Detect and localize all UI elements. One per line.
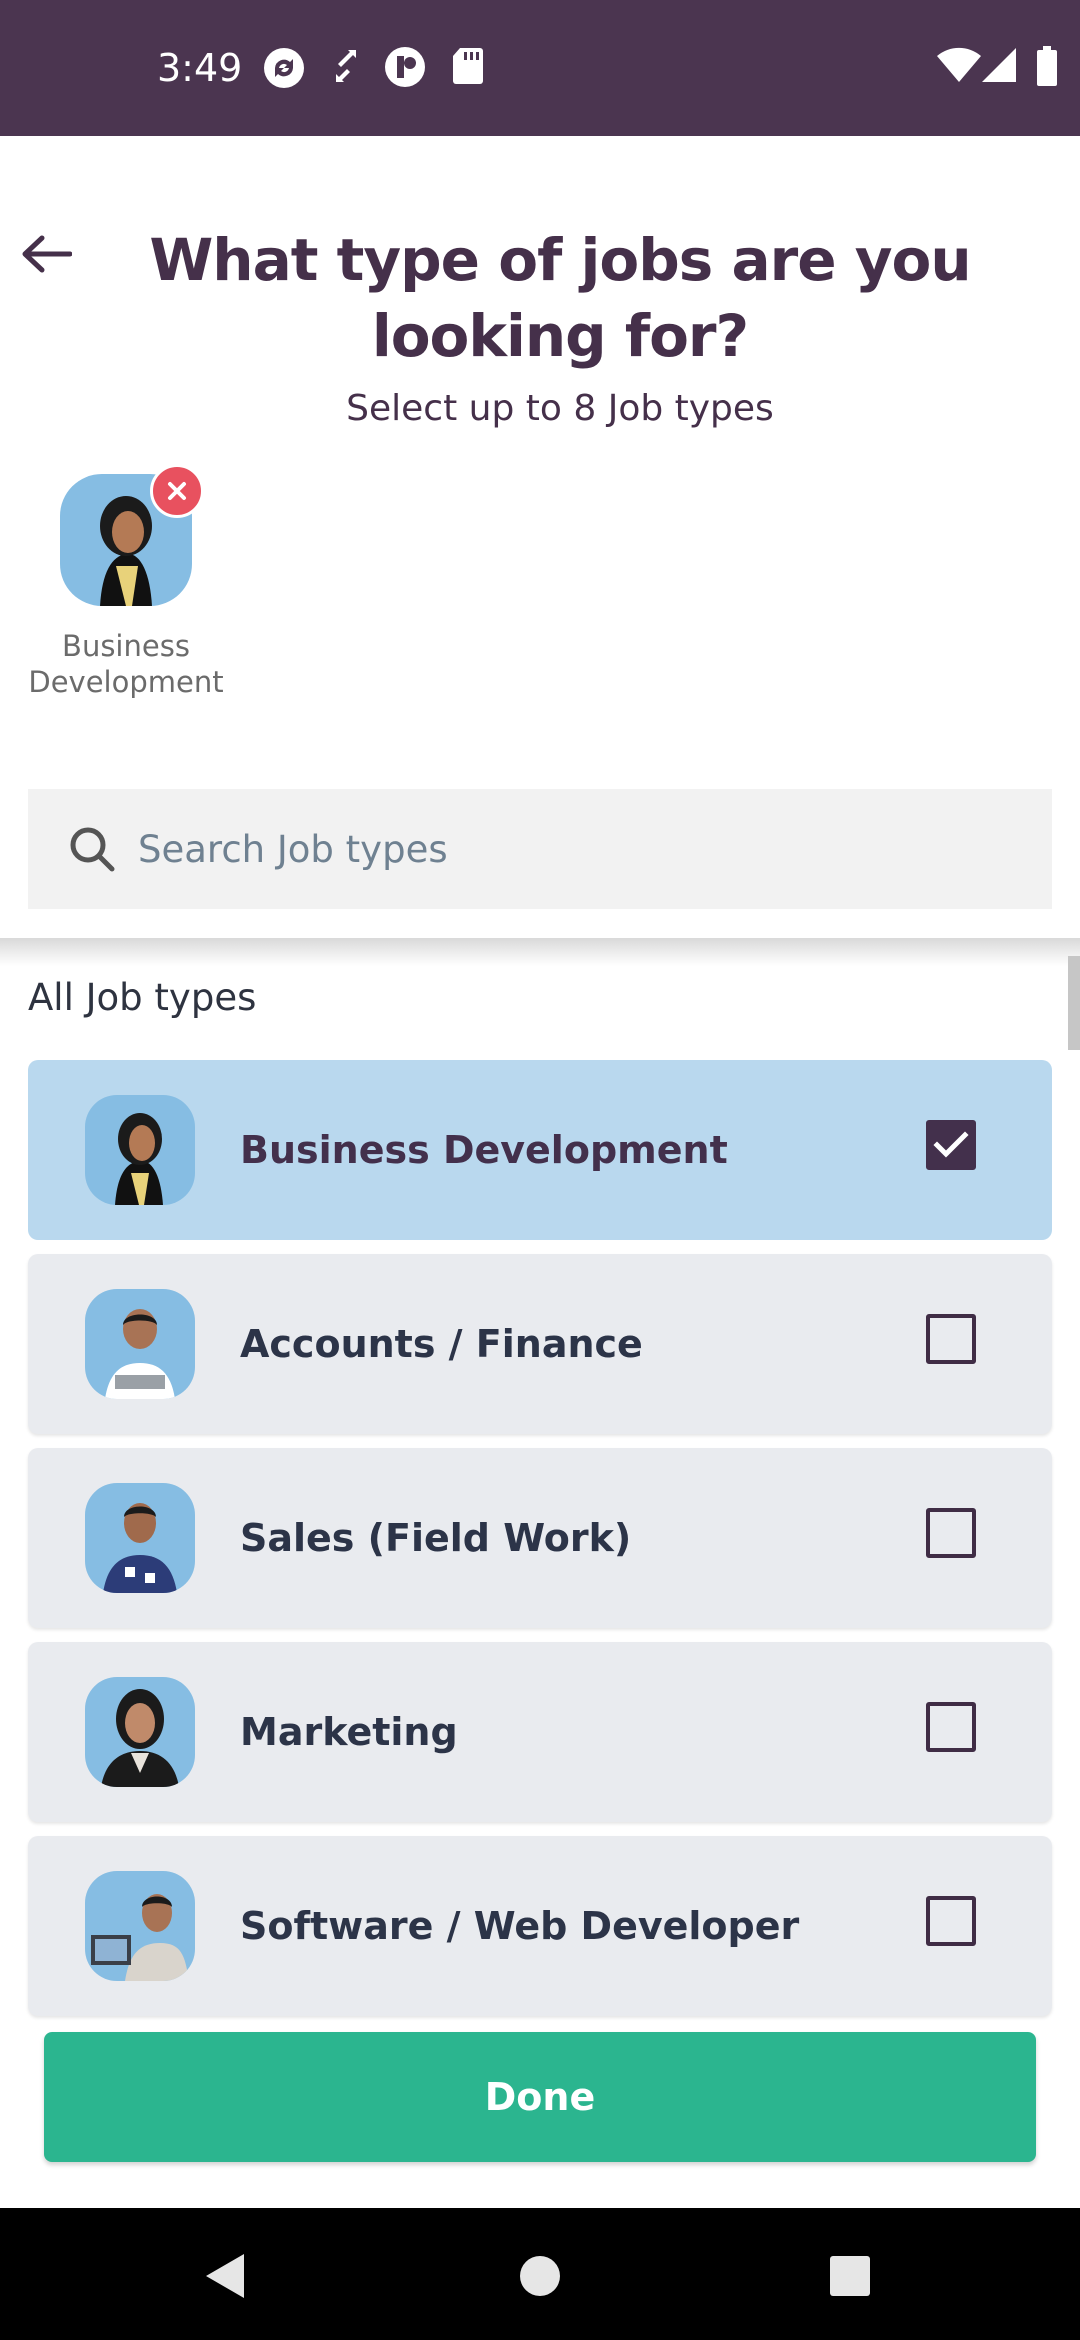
- triangle-back-icon: [206, 2254, 244, 2298]
- job-type-row-accounts-finance[interactable]: Accounts / Finance: [28, 1254, 1052, 1434]
- job-type-label: Accounts / Finance: [240, 1322, 643, 1366]
- page-title: What type of jobs are you looking for?: [120, 222, 1000, 374]
- job-type-checkbox[interactable]: [926, 1508, 976, 1558]
- square-recents-icon: [830, 2256, 870, 2296]
- job-type-checkbox[interactable]: [926, 1702, 976, 1752]
- chip-label-line-2: Development: [28, 665, 224, 699]
- job-type-label: Sales (Field Work): [240, 1516, 632, 1560]
- chip-label: Business Development: [26, 628, 226, 700]
- chip-label-line-1: Business: [62, 629, 190, 663]
- search-box[interactable]: [28, 789, 1052, 909]
- avatar: [85, 1677, 195, 1787]
- job-type-row-marketing[interactable]: Marketing: [28, 1642, 1052, 1822]
- checkmark-icon: [933, 1131, 969, 1158]
- avatar: [85, 1871, 195, 1981]
- selected-job-chip: Business Development: [26, 464, 226, 710]
- job-type-row-sales-field-work[interactable]: Sales (Field Work): [28, 1448, 1052, 1628]
- battery-icon: [1036, 46, 1058, 91]
- status-time: 3:49: [157, 46, 243, 90]
- job-type-label: Software / Web Developer: [240, 1904, 800, 1948]
- job-type-label: Marketing: [240, 1710, 458, 1754]
- job-type-label: Business Development: [240, 1128, 728, 1172]
- page-subtitle: Select up to 8 Job types: [346, 388, 774, 429]
- avatar: [85, 1289, 195, 1399]
- circle-home-icon: [520, 2256, 560, 2296]
- search-input[interactable]: [136, 826, 1000, 872]
- nav-recents-button[interactable]: [820, 2246, 880, 2306]
- arrows-icon: [334, 46, 358, 91]
- job-type-checkbox[interactable]: [926, 1314, 976, 1364]
- remove-chip-button[interactable]: [150, 464, 204, 518]
- page-title-line-1: What type of jobs are you: [149, 226, 971, 294]
- close-icon: [168, 482, 186, 500]
- signal-icon: [982, 46, 1018, 89]
- done-button[interactable]: Done: [44, 2032, 1036, 2162]
- back-button[interactable]: [14, 222, 78, 286]
- job-type-row-business-development[interactable]: Business Development: [28, 1060, 1052, 1240]
- page-title-line-2: looking for?: [371, 302, 749, 370]
- nav-home-button[interactable]: [510, 2246, 570, 2306]
- job-type-row-software-web-developer[interactable]: Software / Web Developer: [28, 1836, 1052, 2016]
- scrollbar-thumb[interactable]: [1068, 956, 1080, 1050]
- avatar: [85, 1095, 195, 1205]
- nav-back-button[interactable]: [196, 2246, 256, 2306]
- system-nav-bar: [0, 2208, 1080, 2340]
- job-type-checkbox[interactable]: [926, 1896, 976, 1946]
- search-icon: [64, 821, 120, 877]
- app-badge-icon: [384, 46, 426, 93]
- status-bar: 3:49: [0, 0, 1080, 136]
- header-divider-shadow: [0, 938, 1080, 966]
- sync-icon: [262, 46, 306, 95]
- avatar: [85, 1483, 195, 1593]
- section-title: All Job types: [28, 976, 257, 1019]
- sd-card-icon: [452, 46, 484, 91]
- arrow-left-icon: [22, 235, 72, 273]
- wifi-icon: [936, 46, 982, 89]
- job-type-checkbox[interactable]: [926, 1120, 976, 1170]
